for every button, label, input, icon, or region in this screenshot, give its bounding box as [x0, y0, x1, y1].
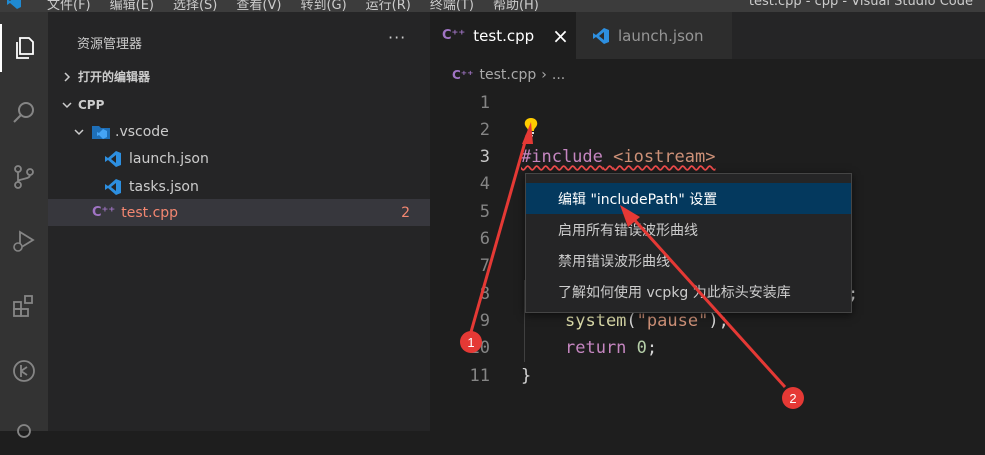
annotation-badge-2: 2 — [782, 387, 804, 409]
annotation-arrows — [469, 122, 787, 389]
annotation-arrow-2 — [628, 213, 787, 389]
annotation-arrowhead-1 — [522, 122, 533, 144]
annotation-arrow-1 — [469, 134, 529, 333]
annotation-badge-1: 1 — [460, 331, 482, 353]
